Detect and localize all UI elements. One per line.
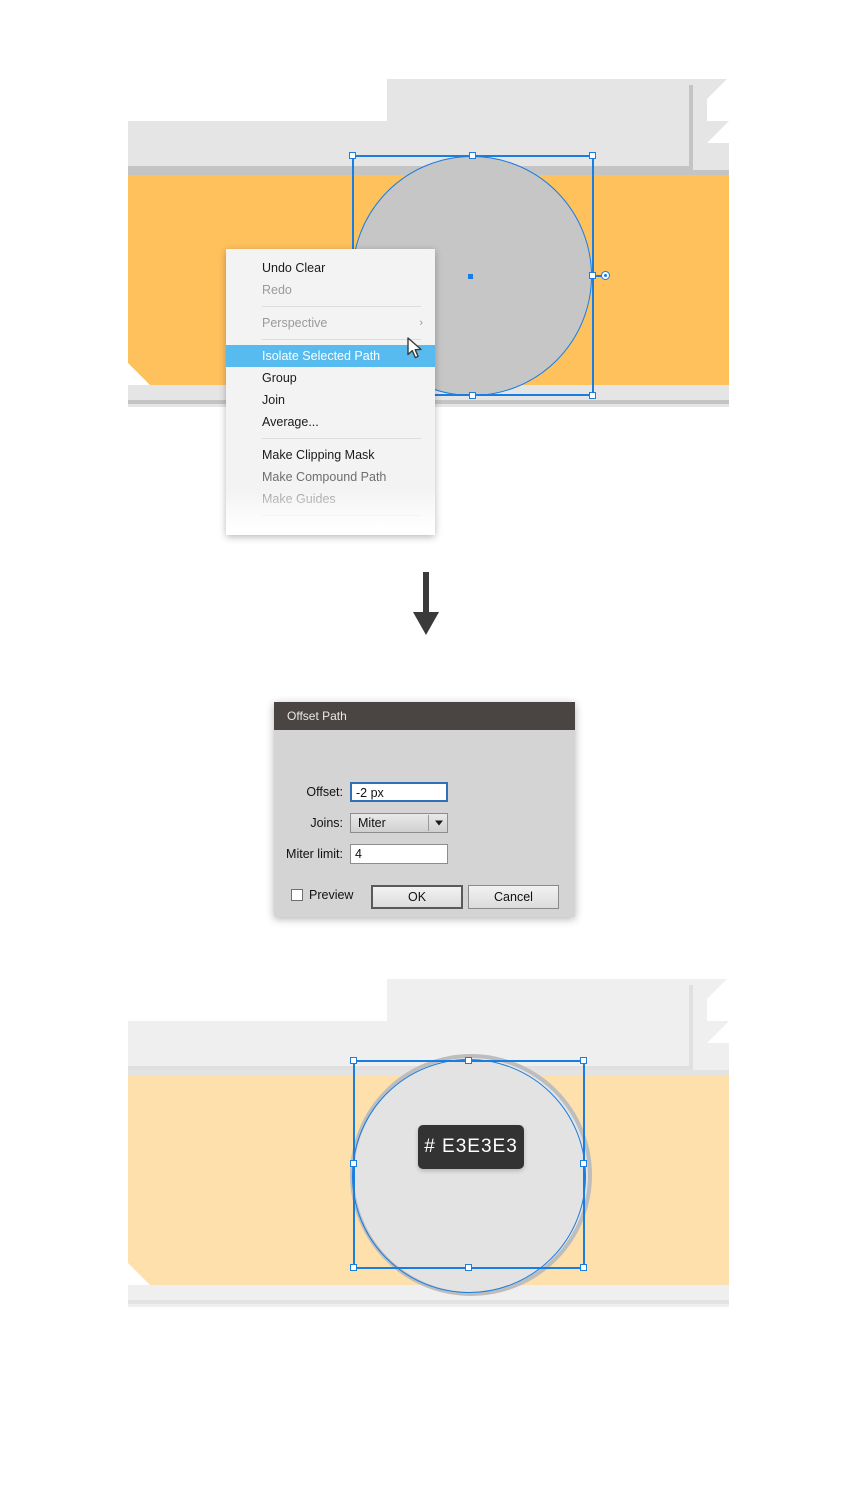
camera-orange-band-corner xyxy=(128,363,150,385)
menu-item-group[interactable]: Group xyxy=(226,367,435,389)
selection-handle-bottom-center[interactable] xyxy=(469,392,476,399)
result-camera-body-lower-edge xyxy=(128,1300,729,1304)
dialog-title-bar: Offset Path xyxy=(274,702,575,730)
result-handle-bottom-center[interactable] xyxy=(465,1264,472,1271)
menu-item-isolate-selected-path[interactable]: Isolate Selected Path xyxy=(226,345,435,367)
result-handle-middle-left[interactable] xyxy=(350,1160,357,1167)
result-offset-path-outline xyxy=(352,1059,586,1293)
camera-body-upper-corner xyxy=(707,121,729,143)
selection-handle-top-center[interactable] xyxy=(469,152,476,159)
camera-panel-edge-right xyxy=(689,85,693,169)
menu-item-average[interactable]: Average... xyxy=(226,411,435,433)
camera-top-hump-corner xyxy=(707,79,727,99)
result-camera-top-hump-corner xyxy=(707,979,727,999)
selection-anchor-connector xyxy=(596,275,602,277)
selection-handle-middle-right[interactable] xyxy=(589,272,596,279)
menu-item-redo[interactable]: Redo xyxy=(226,279,435,301)
joins-select-divider xyxy=(428,815,429,831)
field-row-joins: Joins: Miter xyxy=(274,813,575,833)
miter-limit-label: Miter limit: xyxy=(286,847,343,861)
menu-item-transform-label: Transform xyxy=(262,525,319,535)
cancel-button[interactable]: Cancel xyxy=(468,885,559,909)
result-handle-middle-right[interactable] xyxy=(580,1160,587,1167)
menu-item-make-guides[interactable]: Make Guides xyxy=(226,488,435,510)
selection-handle-top-left[interactable] xyxy=(349,152,356,159)
chevron-right-icon: › xyxy=(419,317,423,329)
result-orange-band-corner xyxy=(128,1263,150,1285)
step-3-illustration: # E3E3E3 xyxy=(0,960,850,1340)
result-panel-edge-right xyxy=(689,985,693,1069)
result-handle-top-left[interactable] xyxy=(350,1057,357,1064)
ok-button[interactable]: OK xyxy=(371,885,463,909)
step-1-illustration: Undo Clear Redo Perspective › Isolate Se… xyxy=(0,0,850,540)
result-handle-top-center[interactable] xyxy=(465,1057,472,1064)
preview-label: Preview xyxy=(309,888,354,902)
joins-select-value: Miter xyxy=(358,816,386,830)
menu-item-undo-clear[interactable]: Undo Clear xyxy=(226,257,435,279)
dialog-body: Offset: -2 px Joins: Miter Miter limit: … xyxy=(274,730,575,909)
tutorial-canvas: Undo Clear Redo Perspective › Isolate Se… xyxy=(0,0,850,1500)
result-handle-bottom-right[interactable] xyxy=(580,1264,587,1271)
camera-top-hump xyxy=(387,79,707,124)
selection-center-point xyxy=(468,274,473,279)
chevron-right-icon-transform: › xyxy=(419,526,423,535)
menu-separator-3 xyxy=(262,438,421,439)
preview-checkbox-wrap[interactable]: Preview xyxy=(291,888,353,902)
result-handle-top-right[interactable] xyxy=(580,1057,587,1064)
miter-limit-input[interactable]: 4 xyxy=(350,844,448,864)
menu-item-make-compound-path[interactable]: Make Compound Path xyxy=(226,466,435,488)
joins-label: Joins: xyxy=(310,816,343,830)
offset-input[interactable]: -2 px xyxy=(350,782,448,802)
field-row-offset: Offset: -2 px xyxy=(274,782,575,802)
menu-separator-2 xyxy=(262,339,421,340)
menu-item-perspective[interactable]: Perspective › xyxy=(226,312,435,334)
down-arrow-icon xyxy=(408,572,444,636)
result-camera-top-hump xyxy=(387,979,707,1024)
menu-item-make-clipping-mask[interactable]: Make Clipping Mask xyxy=(226,444,435,466)
menu-item-perspective-label: Perspective xyxy=(262,316,328,330)
selection-anchor-ring[interactable] xyxy=(601,271,610,280)
selection-handle-bottom-right[interactable] xyxy=(589,392,596,399)
joins-select[interactable]: Miter xyxy=(350,813,448,833)
menu-separator-4 xyxy=(262,515,421,516)
hex-color-badge: # E3E3E3 xyxy=(418,1125,524,1169)
chevron-down-icon xyxy=(435,820,443,826)
field-row-miter-limit: Miter limit: 4 xyxy=(274,844,575,864)
mouse-cursor xyxy=(407,337,425,361)
selection-handle-top-right[interactable] xyxy=(589,152,596,159)
illustrator-context-menu[interactable]: Undo Clear Redo Perspective › Isolate Se… xyxy=(226,249,435,535)
result-camera-body-upper-corner xyxy=(707,1021,729,1043)
preview-checkbox[interactable] xyxy=(291,889,303,901)
menu-item-transform[interactable]: Transform › xyxy=(226,521,435,535)
offset-path-dialog[interactable]: Offset Path Offset: -2 px Joins: Miter M… xyxy=(274,702,575,917)
menu-separator-1 xyxy=(262,306,421,307)
result-handle-bottom-left[interactable] xyxy=(350,1264,357,1271)
menu-item-join[interactable]: Join xyxy=(226,389,435,411)
offset-label: Offset: xyxy=(306,785,343,799)
